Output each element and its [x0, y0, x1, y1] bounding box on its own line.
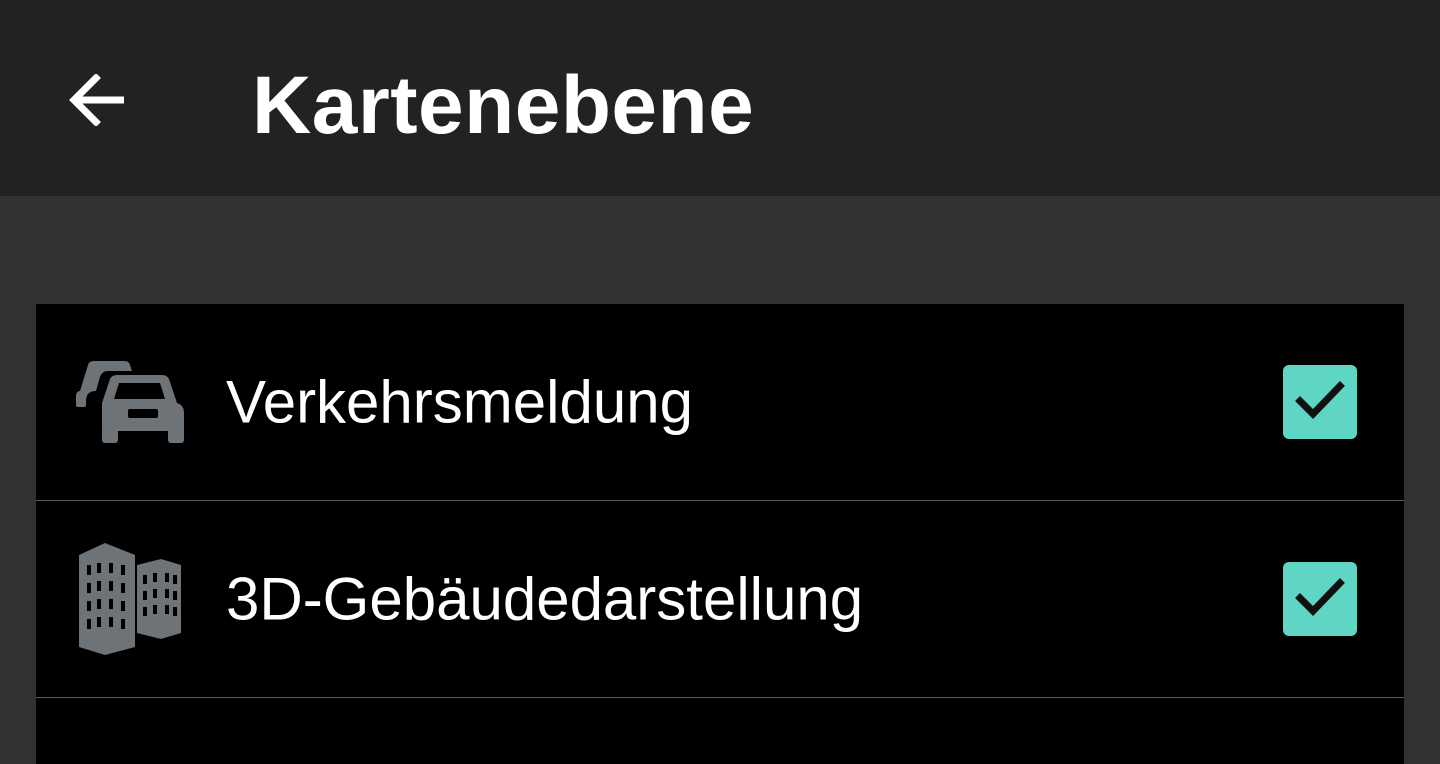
layer-item-3d-buildings[interactable]: 3D-Gebäudedarstellung	[36, 501, 1404, 698]
checkmark-icon	[1294, 576, 1346, 623]
arrow-left-icon	[68, 72, 128, 131]
checkmark-icon	[1294, 379, 1346, 426]
back-button[interactable]	[56, 60, 140, 144]
layer-label: Verkehrsmeldung	[226, 368, 693, 436]
content-area: Verkehrsmeldung 3D-Gebäudedarstellung	[0, 196, 1440, 764]
layer-label: 3D-Gebäudedarstellung	[226, 565, 864, 633]
page-title: Kartenebene	[252, 60, 755, 151]
3d-buildings-checkbox[interactable]	[1283, 562, 1357, 636]
buildings-icon	[72, 541, 188, 657]
layer-item-traffic[interactable]: Verkehrsmeldung	[36, 304, 1404, 501]
traffic-checkbox[interactable]	[1283, 365, 1357, 439]
traffic-cars-icon	[72, 344, 188, 460]
app-bar: Kartenebene	[0, 0, 1440, 196]
layer-list: Verkehrsmeldung 3D-Gebäudedarstellung	[36, 304, 1404, 764]
